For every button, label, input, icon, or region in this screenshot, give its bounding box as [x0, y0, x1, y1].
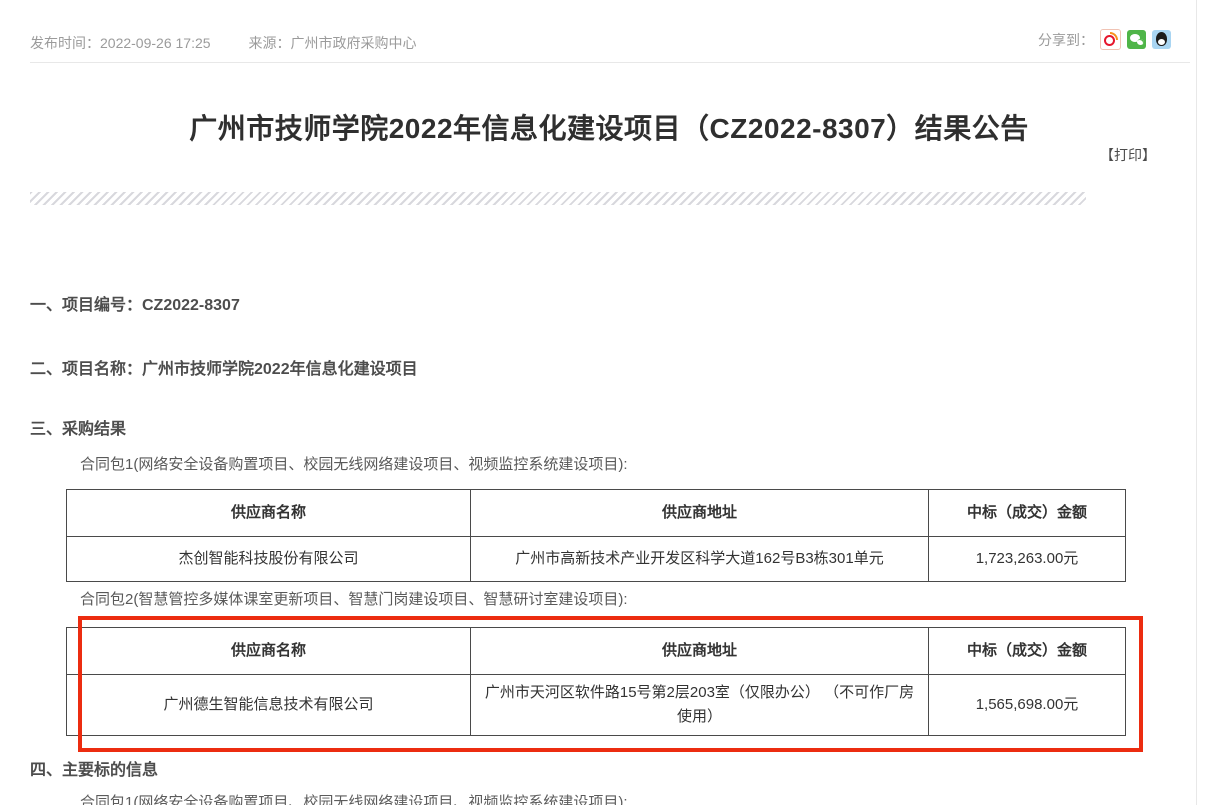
package2-label: 合同包2(智慧管控多媒体课室更新项目、智慧门岗建设项目、智慧研讨室建设项目):: [80, 588, 628, 609]
qq-share-icon[interactable]: [1152, 30, 1171, 49]
package1-award-amount: 1,723,263.00元: [929, 537, 1126, 582]
award-amount-header: 中标（成交）金额: [929, 490, 1126, 537]
source-label: 来源：: [249, 33, 291, 53]
package1-supplier-name: 杰创智能科技股份有限公司: [67, 537, 471, 582]
announcement-page: 发布时间： 2022-09-26 17:25 来源： 广州市政府采购中心 分享到…: [0, 0, 1218, 805]
package2-supplier-address: 广州市天河区软件路15号第2层203室（仅限办公） （不可作厂房使用）: [471, 675, 929, 736]
share-label: 分享到：: [1038, 30, 1094, 50]
package2-supplier-name: 广州德生智能信息技术有限公司: [67, 675, 471, 736]
source-value: 广州市政府采购中心: [291, 33, 417, 53]
package1-result-table: 供应商名称 供应商地址 中标（成交）金额 杰创智能科技股份有限公司 广州市高新技…: [66, 489, 1126, 582]
wechat-share-icon[interactable]: [1127, 30, 1146, 49]
publish-time-label: 发布时间：: [30, 33, 100, 53]
meta-row: 发布时间： 2022-09-26 17:25 来源： 广州市政府采购中心: [30, 33, 417, 53]
supplier-address-header: 供应商地址: [471, 490, 929, 537]
section-project-number: 一、项目编号：CZ2022-8307: [30, 291, 240, 315]
hatched-divider: [30, 192, 1086, 205]
supplier-name-header: 供应商名称: [67, 628, 471, 675]
section-procurement-result: 三、采购结果: [30, 415, 126, 439]
package1-header-row: 供应商名称 供应商地址 中标（成交）金额: [67, 490, 1126, 537]
section-project-name: 二、项目名称：广州市技师学院2022年信息化建设项目: [30, 355, 418, 379]
supplier-name-header: 供应商名称: [67, 490, 471, 537]
section-main-subject-info: 四、主要标的信息: [30, 756, 158, 780]
clipped-bottom-text: 合同包1(网络安全设备购置项目、校园无线网络建设项目、视频监控系统建设项目):: [80, 791, 628, 805]
package2-header-row: 供应商名称 供应商地址 中标（成交）金额: [67, 628, 1126, 675]
package2-data-row: 广州德生智能信息技术有限公司 广州市天河区软件路15号第2层203室（仅限办公）…: [67, 675, 1126, 736]
award-amount-header: 中标（成交）金额: [929, 628, 1126, 675]
package2-award-amount: 1,565,698.00元: [929, 675, 1126, 736]
weibo-share-icon[interactable]: [1100, 29, 1121, 50]
package1-label: 合同包1(网络安全设备购置项目、校园无线网络建设项目、视频监控系统建设项目):: [80, 453, 628, 474]
publish-time-value: 2022-09-26 17:25: [100, 35, 211, 51]
package1-data-row: 杰创智能科技股份有限公司 广州市高新技术产业开发区科学大道162号B3栋301单…: [67, 537, 1126, 582]
package1-supplier-address: 广州市高新技术产业开发区科学大道162号B3栋301单元: [471, 537, 929, 582]
supplier-address-header: 供应商地址: [471, 628, 929, 675]
share-box: 分享到：: [1038, 29, 1171, 50]
print-button[interactable]: 【打印】: [1100, 145, 1156, 165]
meta-divider-line: [30, 62, 1190, 63]
page-title: 广州市技师学院2022年信息化建设项目（CZ2022-8307）结果公告: [0, 107, 1218, 147]
package2-result-table: 供应商名称 供应商地址 中标（成交）金额 广州德生智能信息技术有限公司 广州市天…: [66, 627, 1126, 736]
